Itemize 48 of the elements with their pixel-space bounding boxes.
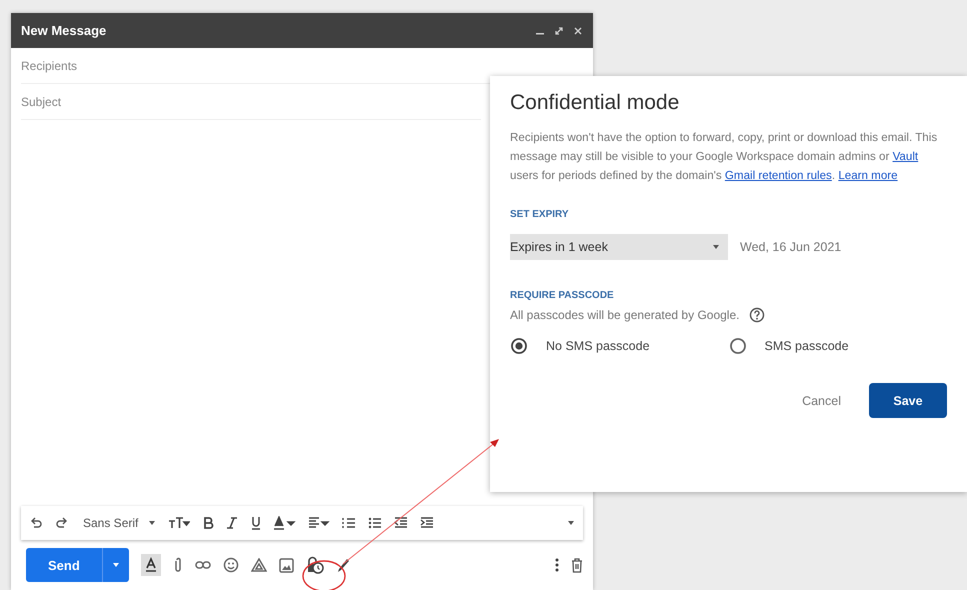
radio-button[interactable] [728, 337, 746, 355]
italic-icon[interactable] [226, 516, 238, 530]
indent-more-icon[interactable] [420, 516, 434, 530]
text-size-icon[interactable] [168, 516, 190, 530]
more-options-icon[interactable] [555, 558, 559, 572]
section-heading: SET EXPIRY [510, 209, 570, 220]
pen-icon[interactable] [336, 557, 350, 573]
text-color-icon[interactable] [274, 516, 296, 530]
redo-icon[interactable] [55, 516, 69, 530]
indent-less-icon[interactable] [394, 516, 408, 530]
link[interactable]: Gmail retention rules [724, 169, 832, 182]
expiry-date: Wed, 16 Jun 2021 [740, 240, 842, 254]
caret-icon[interactable] [712, 244, 720, 250]
expand-icon[interactable] [554, 26, 564, 36]
send-button[interactable]: Send [26, 548, 103, 582]
numbered-list-icon[interactable] [342, 516, 356, 530]
font-dropdown[interactable]: Sans Serif [83, 516, 138, 530]
attach-icon[interactable] [172, 557, 183, 573]
radio-label: SMS passcode [764, 339, 849, 353]
description-text: Recipients won't have the option to forward, copy, print or download this email. This message may still be visible to your Google Workspace domain admins or Vault users for periods defined by the domain's Gmail retention rules. Learn more [510, 130, 938, 184]
emoji-icon[interactable] [222, 557, 239, 573]
underline-icon[interactable] [250, 516, 262, 530]
section-heading: REQUIRE PASSCODE [510, 290, 615, 301]
save-button[interactable]: Save [869, 383, 947, 418]
close-icon[interactable] [573, 26, 583, 36]
passcode-note: All passcodes will be generated by Google. [510, 308, 740, 322]
triangle-icon[interactable] [250, 558, 267, 572]
link[interactable]: Learn more [838, 169, 898, 182]
lock-clock-icon[interactable] [306, 556, 324, 574]
expiry-dropdown[interactable]: Expires in 1 week [510, 234, 728, 260]
link[interactable]: Vault [892, 150, 918, 163]
image-icon[interactable] [278, 558, 294, 572]
link-icon[interactable] [194, 560, 211, 570]
bold-icon[interactable] [202, 516, 214, 530]
radio-label: No SMS passcode [546, 339, 650, 353]
align-icon[interactable] [308, 516, 330, 530]
caret-icon[interactable] [567, 520, 575, 526]
window-title: New Message [21, 23, 108, 38]
formatting-options-icon[interactable] [140, 554, 161, 576]
help-icon[interactable] [749, 307, 766, 323]
caret-icon[interactable] [112, 562, 120, 568]
radio-button[interactable] [510, 337, 528, 355]
cancel-button[interactable]: Cancel [796, 386, 847, 416]
dialog-title: Confidential mode [510, 91, 680, 115]
undo-icon[interactable] [29, 516, 43, 530]
trash-icon[interactable] [571, 558, 583, 572]
bulleted-list-icon[interactable] [368, 516, 382, 530]
caret-icon[interactable] [148, 520, 156, 526]
